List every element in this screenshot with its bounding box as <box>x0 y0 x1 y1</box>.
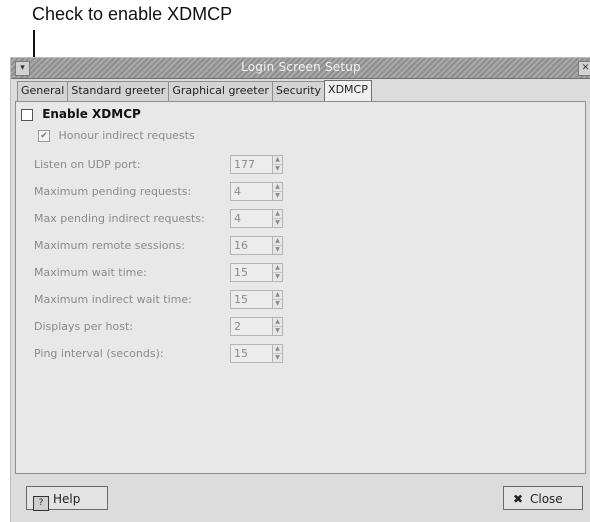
spin-down-icon[interactable]: ▼ <box>273 165 282 173</box>
tab-xdmcp[interactable]: XDMCP <box>324 80 372 102</box>
udp-port-label: Listen on UDP port: <box>34 158 141 171</box>
annotation-caption: Check to enable XDMCP <box>32 4 233 24</box>
spin-down-icon[interactable]: ▼ <box>273 354 282 362</box>
max-pending-indirect-label: Max pending indirect requests: <box>34 212 205 225</box>
max-wait-time-value[interactable]: 15 <box>230 263 273 282</box>
spin-up-icon[interactable]: ▲ <box>273 237 282 246</box>
help-button[interactable]: ? Help <box>26 486 108 511</box>
tab-bar: General Standard greeter Graphical greet… <box>17 80 372 102</box>
field-row-max-pending: Maximum pending requests: 4 ▲ ▼ <box>34 182 294 202</box>
max-indirect-wait-label: Maximum indirect wait time: <box>34 293 192 306</box>
spin-up-icon[interactable]: ▲ <box>273 183 282 192</box>
field-row-max-wait-time: Maximum wait time: 15 ▲ ▼ <box>34 263 294 283</box>
max-pending-spin-buttons[interactable]: ▲ ▼ <box>272 182 283 201</box>
window-close-icon[interactable]: ✕ <box>578 61 590 76</box>
displays-per-host-spin-buttons[interactable]: ▲ ▼ <box>272 317 283 336</box>
spin-up-icon[interactable]: ▲ <box>273 210 282 219</box>
spin-down-icon[interactable]: ▼ <box>273 246 282 254</box>
displays-per-host-spinner[interactable]: 2 ▲ ▼ <box>230 317 285 336</box>
close-icon: ✖ <box>512 492 524 506</box>
max-remote-sessions-value[interactable]: 16 <box>230 236 273 255</box>
displays-per-host-value[interactable]: 2 <box>230 317 273 336</box>
max-pending-indirect-value[interactable]: 4 <box>230 209 273 228</box>
displays-per-host-label: Displays per host: <box>34 320 133 333</box>
field-row-max-indirect-wait: Maximum indirect wait time: 15 ▲ ▼ <box>34 290 294 310</box>
spin-down-icon[interactable]: ▼ <box>273 273 282 281</box>
ping-interval-spinner[interactable]: 15 ▲ ▼ <box>230 344 285 363</box>
close-button-label: Close <box>530 492 563 506</box>
spin-down-icon[interactable]: ▼ <box>273 192 282 200</box>
spin-up-icon[interactable]: ▲ <box>273 345 282 354</box>
max-pending-indirect-spinner[interactable]: 4 ▲ ▼ <box>230 209 285 228</box>
spin-up-icon[interactable]: ▲ <box>273 318 282 327</box>
spin-down-icon[interactable]: ▼ <box>273 300 282 308</box>
max-wait-time-spin-buttons[interactable]: ▲ ▼ <box>272 263 283 282</box>
close-button[interactable]: ✖ Close <box>503 486 583 510</box>
max-indirect-wait-spin-buttons[interactable]: ▲ ▼ <box>272 290 283 309</box>
max-pending-indirect-spin-buttons[interactable]: ▲ ▼ <box>272 209 283 228</box>
spin-down-icon[interactable]: ▼ <box>273 219 282 227</box>
udp-port-value[interactable]: 177 <box>230 155 273 174</box>
max-pending-label: Maximum pending requests: <box>34 185 192 198</box>
enable-xdmcp-label[interactable]: Enable XDMCP <box>42 107 141 121</box>
max-remote-sessions-spinner[interactable]: 16 ▲ ▼ <box>230 236 285 255</box>
honour-indirect-row[interactable]: ✔ Honour indirect requests <box>38 129 195 142</box>
udp-port-spinner[interactable]: 177 ▲ ▼ <box>230 155 285 174</box>
title-bar[interactable]: ▾ Login Screen Setup ✕ <box>11 58 590 79</box>
udp-port-spin-buttons[interactable]: ▲ ▼ <box>272 155 283 174</box>
field-row-ping-interval: Ping interval (seconds): 15 ▲ ▼ <box>34 344 294 364</box>
field-row-max-pending-indirect: Max pending indirect requests: 4 ▲ ▼ <box>34 209 294 229</box>
max-pending-spinner[interactable]: 4 ▲ ▼ <box>230 182 285 201</box>
max-wait-time-spinner[interactable]: 15 ▲ ▼ <box>230 263 285 282</box>
login-screen-setup-window: ▾ Login Screen Setup ✕ General Standard … <box>10 57 590 522</box>
ping-interval-spin-buttons[interactable]: ▲ ▼ <box>272 344 283 363</box>
ping-interval-value[interactable]: 15 <box>230 344 273 363</box>
field-row-udp-port: Listen on UDP port: 177 ▲ ▼ <box>34 155 294 175</box>
field-row-max-remote-sessions: Maximum remote sessions: 16 ▲ ▼ <box>34 236 294 256</box>
spin-up-icon[interactable]: ▲ <box>273 291 282 300</box>
max-wait-time-label: Maximum wait time: <box>34 266 147 279</box>
max-remote-sessions-spin-buttons[interactable]: ▲ ▼ <box>272 236 283 255</box>
field-row-displays-per-host: Displays per host: 2 ▲ ▼ <box>34 317 294 337</box>
spin-down-icon[interactable]: ▼ <box>273 327 282 335</box>
tab-security[interactable]: Security <box>271 81 326 102</box>
max-remote-sessions-label: Maximum remote sessions: <box>34 239 185 252</box>
tab-graphical-greeter[interactable]: Graphical greeter <box>168 81 273 102</box>
honour-indirect-checkbox[interactable]: ✔ <box>38 130 50 142</box>
max-indirect-wait-spinner[interactable]: 15 ▲ ▼ <box>230 290 285 309</box>
max-indirect-wait-value[interactable]: 15 <box>230 290 273 309</box>
xdmcp-panel: Enable XDMCP ✔ Honour indirect requests … <box>15 101 586 474</box>
ping-interval-label: Ping interval (seconds): <box>34 347 164 360</box>
window-title: Login Screen Setup <box>241 60 361 74</box>
tab-general[interactable]: General <box>17 81 69 102</box>
honour-indirect-label[interactable]: Honour indirect requests <box>59 129 195 142</box>
help-icon: ? <box>33 496 49 511</box>
spin-up-icon[interactable]: ▲ <box>273 264 282 273</box>
help-button-label: Help <box>53 492 81 506</box>
max-pending-value[interactable]: 4 <box>230 182 273 201</box>
tab-standard-greeter[interactable]: Standard greeter <box>67 81 170 102</box>
enable-xdmcp-row[interactable]: Enable XDMCP <box>21 107 141 121</box>
spin-up-icon[interactable]: ▲ <box>273 156 282 165</box>
enable-xdmcp-checkbox[interactable] <box>21 108 33 121</box>
